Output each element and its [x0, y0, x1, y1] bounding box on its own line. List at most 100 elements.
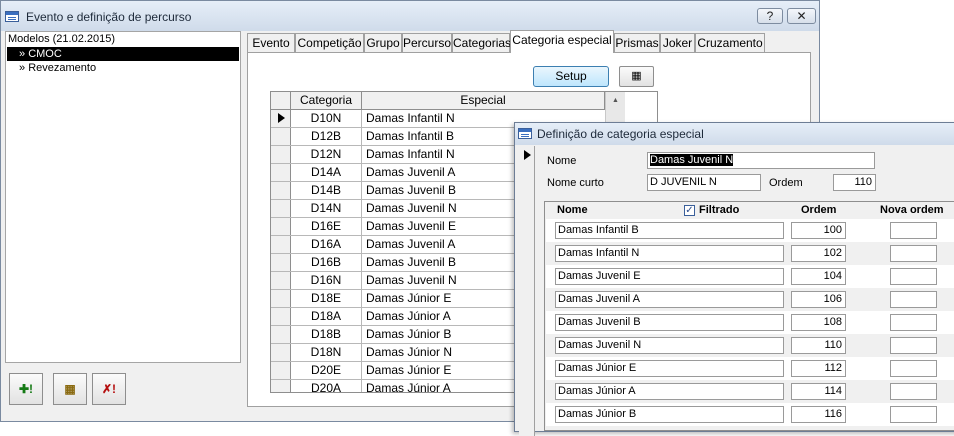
delete-model-button[interactable]: ✗! — [92, 373, 126, 405]
tab-percurso[interactable]: Percurso — [402, 33, 452, 52]
subform-nova-ordem-field[interactable] — [890, 314, 937, 331]
subform-nome-field[interactable]: Damas Júnior A — [555, 383, 784, 400]
categoria-cell[interactable]: D20A — [291, 380, 362, 392]
tree-root-label[interactable]: Modelos (21.02.2015) — [8, 33, 115, 45]
setup-button[interactable]: Setup — [533, 66, 609, 87]
subform-nome-field[interactable]: Damas Júnior E — [555, 360, 784, 377]
close-button[interactable]: ✕ — [787, 8, 816, 24]
subform-nome-field[interactable]: Damas Juvenil B — [555, 314, 784, 331]
row-selector[interactable] — [271, 128, 291, 145]
add-model-button[interactable]: ✚! — [9, 373, 43, 405]
subform-ordem-field[interactable]: 106 — [791, 291, 846, 308]
row-selector[interactable] — [271, 218, 291, 235]
subform-nova-ordem-field[interactable] — [890, 360, 937, 377]
row-selector[interactable] — [271, 164, 291, 181]
add-table-button[interactable]: ▦ — [619, 66, 654, 87]
ordem-label: Ordem — [769, 177, 803, 189]
subform-nome-field[interactable]: Damas Infantil B — [555, 222, 784, 239]
tab-categoria-especial[interactable]: Categoria especial — [510, 30, 614, 53]
subform-ordem-field[interactable]: 114 — [791, 383, 846, 400]
categoria-cell[interactable]: D16E — [291, 218, 362, 235]
models-tree[interactable]: Modelos (21.02.2015) » CMOC» Revezamento — [5, 31, 241, 363]
subform-ordem-field[interactable]: 102 — [791, 245, 846, 262]
row-selector[interactable] — [271, 344, 291, 361]
add-icon: ✚! — [18, 382, 34, 396]
subform-nova-ordem-field[interactable] — [890, 337, 937, 354]
tab-competicao[interactable]: Competição — [295, 33, 364, 52]
tab-categorias[interactable]: Categorias — [452, 33, 511, 52]
subform-ordem-field[interactable]: 108 — [791, 314, 846, 331]
subform-nome-field[interactable]: Damas Juvenil N — [555, 337, 784, 354]
subform-ordem-field[interactable]: 116 — [791, 406, 846, 423]
categoria-cell[interactable]: D14B — [291, 182, 362, 199]
nome-curto-label: Nome curto — [547, 177, 604, 189]
categoria-cell[interactable]: D12B — [291, 128, 362, 145]
dialog-record-selector[interactable] — [519, 146, 535, 436]
categoria-cell[interactable]: D18B — [291, 326, 362, 343]
tab-grupo[interactable]: Grupo — [364, 33, 402, 52]
subform-ordem-field[interactable]: 112 — [791, 360, 846, 377]
edit-model-button[interactable]: ▦ — [53, 373, 87, 405]
row-selector[interactable] — [271, 308, 291, 325]
row-selector[interactable] — [271, 146, 291, 163]
sub-header-filtrado: Filtrado — [699, 204, 740, 216]
tree-item[interactable]: » CMOC — [7, 47, 239, 61]
categoria-cell[interactable]: D18A — [291, 308, 362, 325]
categoria-cell[interactable]: D16B — [291, 254, 362, 271]
subform-nova-ordem-field[interactable] — [890, 383, 937, 400]
edit-table-icon: ▦ — [64, 382, 76, 396]
subform-nova-ordem-field[interactable] — [890, 245, 937, 262]
nome-curto-field[interactable]: D JUVENIL N — [647, 174, 761, 191]
scroll-up-icon[interactable]: ▲ — [606, 92, 625, 109]
row-selector[interactable] — [271, 110, 291, 127]
subform-nome-field[interactable]: Damas Júnior B — [555, 406, 784, 423]
categoria-cell[interactable]: D14N — [291, 200, 362, 217]
row-selector[interactable] — [271, 200, 291, 217]
tab-joker[interactable]: Joker — [660, 33, 695, 52]
categoria-cell[interactable]: D18N — [291, 344, 362, 361]
categoria-cell[interactable]: D20E — [291, 362, 362, 379]
categoria-cell[interactable]: D10N — [291, 110, 362, 127]
grid-corner-header — [271, 92, 291, 110]
tree-bullet-icon: » — [19, 48, 29, 60]
grid-header-categoria[interactable]: Categoria — [291, 92, 362, 110]
row-selector[interactable] — [271, 272, 291, 289]
nome-field[interactable]: Damas Juvenil N — [647, 152, 875, 169]
subform-nome-field[interactable]: Damas Infantil N — [555, 245, 784, 262]
categoria-cell[interactable]: D14A — [291, 164, 362, 181]
subform-ordem-field[interactable]: 104 — [791, 268, 846, 285]
dialog-title-bar: Definição de categoria especial — [515, 123, 954, 145]
subform-row: Damas Infantil N 102 — [546, 242, 954, 265]
subform-ordem-field[interactable]: 110 — [791, 337, 846, 354]
row-selector[interactable] — [271, 326, 291, 343]
tab-cruzamento[interactable]: Cruzamento — [695, 33, 765, 52]
tab-evento[interactable]: Evento — [247, 33, 295, 52]
subform-nome-field[interactable]: Damas Juvenil A — [555, 291, 784, 308]
row-selector[interactable] — [271, 254, 291, 271]
current-record-arrow-icon — [524, 150, 531, 160]
ordem-field[interactable]: 110 — [833, 174, 876, 191]
row-selector[interactable] — [271, 362, 291, 379]
help-button[interactable]: ? — [757, 8, 783, 24]
special-category-subform: Nome ✓ Filtrado Ordem Nova ordem Damas I… — [544, 201, 954, 431]
subform-nova-ordem-field[interactable] — [890, 222, 937, 239]
row-selector[interactable] — [271, 236, 291, 253]
row-selector[interactable] — [271, 182, 291, 199]
categoria-cell[interactable]: D16A — [291, 236, 362, 253]
subform-ordem-field[interactable]: 100 — [791, 222, 846, 239]
subform-nova-ordem-field[interactable] — [890, 268, 937, 285]
tree-item[interactable]: » Revezamento — [7, 61, 239, 75]
grid-header-especial[interactable]: Especial — [362, 92, 605, 110]
subform-row: Damas Júnior E 112 — [546, 357, 954, 380]
dialog-window-icon — [518, 128, 532, 139]
row-selector[interactable] — [271, 380, 291, 392]
categoria-cell[interactable]: D16N — [291, 272, 362, 289]
filtrado-checkbox[interactable]: ✓ — [684, 205, 695, 216]
subform-nova-ordem-field[interactable] — [890, 406, 937, 423]
tab-prismas[interactable]: Prismas — [614, 33, 660, 52]
categoria-cell[interactable]: D18E — [291, 290, 362, 307]
subform-nova-ordem-field[interactable] — [890, 291, 937, 308]
categoria-cell[interactable]: D12N — [291, 146, 362, 163]
row-selector[interactable] — [271, 290, 291, 307]
subform-nome-field[interactable]: Damas Juvenil E — [555, 268, 784, 285]
